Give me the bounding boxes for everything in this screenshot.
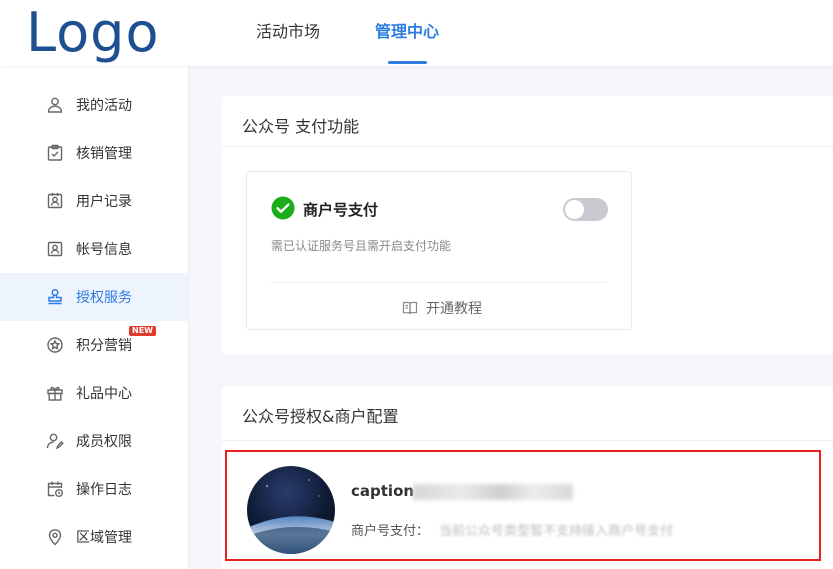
sidebar-item-label: 操作日志: [76, 482, 132, 498]
star-circle-icon: [45, 335, 65, 355]
payment-card-title: 公众号 支付功能: [242, 117, 360, 136]
sidebar-item-label: 帐号信息: [76, 242, 132, 258]
box-divider: [271, 282, 607, 283]
card-divider: [222, 146, 833, 147]
redacted-account-info: [413, 484, 573, 500]
card-divider: [222, 440, 833, 441]
sidebar-item-label: 积分营销: [76, 338, 132, 354]
sidebar-item-my-activities[interactable]: 我的活动: [0, 81, 188, 129]
open-tutorial-link[interactable]: 开通教程: [402, 298, 482, 318]
sidebar-item-label: 我的活动: [76, 98, 132, 114]
sidebar-item-verification[interactable]: 核销管理: [0, 129, 188, 177]
sidebar-item-label: 授权服务: [76, 290, 132, 306]
new-badge: NEW: [129, 326, 156, 336]
sidebar-item-label: 礼品中心: [76, 386, 132, 402]
active-tab-indicator: [388, 61, 427, 64]
merchant-payment-description: 需已认证服务号且需开启支付功能: [271, 239, 452, 253]
wechat-pay-icon: [271, 196, 295, 220]
location-icon: [45, 527, 65, 547]
account-name: caption: [351, 482, 415, 500]
user-permission-icon: [45, 431, 65, 451]
merchant-pay-label: 商户号支付：: [351, 524, 430, 539]
auth-card-title: 公众号授权&商户配置: [242, 407, 399, 426]
account-avatar: [247, 466, 335, 554]
tutorial-label: 开通教程: [426, 301, 482, 317]
sidebar-item-region-management[interactable]: 区域管理: [0, 513, 188, 561]
stamp-icon: [45, 287, 65, 307]
user-icon: [45, 95, 65, 115]
sidebar-item-member-permissions[interactable]: 成员权限: [0, 417, 188, 465]
sidebar-item-gift-center[interactable]: 礼品中心: [0, 369, 188, 417]
user-card-icon: [45, 191, 65, 211]
gift-icon: [45, 383, 65, 403]
logo[interactable]: Logo: [26, 2, 160, 64]
authorized-account-row: caption 商户号支付： 当前公众号类型暂不支持接入商户号支付: [225, 450, 821, 561]
tab-activity-market[interactable]: 活动市场: [256, 0, 320, 66]
sidebar: 我的活动 核销管理 用户记录 帐号信息 授权服务 积分营销 NEW 礼品中心 成…: [0, 66, 189, 569]
sidebar-item-label: 成员权限: [76, 434, 132, 450]
sidebar-item-authorization[interactable]: 授权服务: [0, 273, 188, 321]
sidebar-item-points-marketing[interactable]: 积分营销 NEW: [0, 321, 188, 369]
sidebar-item-label: 核销管理: [76, 146, 132, 162]
merchant-payment-toggle[interactable]: [563, 198, 608, 221]
tab-management-center[interactable]: 管理中心: [375, 0, 439, 66]
book-icon: [402, 301, 418, 315]
sidebar-item-operation-log[interactable]: 操作日志: [0, 465, 188, 513]
sidebar-item-label: 用户记录: [76, 194, 132, 210]
top-header: Logo 活动市场 管理中心: [0, 0, 833, 66]
id-card-icon: [45, 239, 65, 259]
clipboard-check-icon: [45, 143, 65, 163]
merchant-pay-status: 当前公众号类型暂不支持接入商户号支付: [439, 524, 674, 539]
authorization-config-card: 公众号授权&商户配置 caption 商户号支付： 当前公众号类型暂不支持接入商…: [222, 386, 833, 569]
merchant-payment-box: 商户号支付 需已认证服务号且需开启支付功能 开通教程: [246, 171, 632, 330]
calendar-log-icon: [45, 479, 65, 499]
sidebar-item-user-records[interactable]: 用户记录: [0, 177, 188, 225]
sidebar-item-label: 区域管理: [76, 530, 132, 546]
merchant-payment-title: 商户号支付: [303, 201, 379, 219]
payment-feature-card: 公众号 支付功能 商户号支付 需已认证服务号且需开启支付功能 开通教程: [222, 96, 833, 354]
sidebar-item-account-info[interactable]: 帐号信息: [0, 225, 188, 273]
toggle-knob: [565, 200, 584, 219]
